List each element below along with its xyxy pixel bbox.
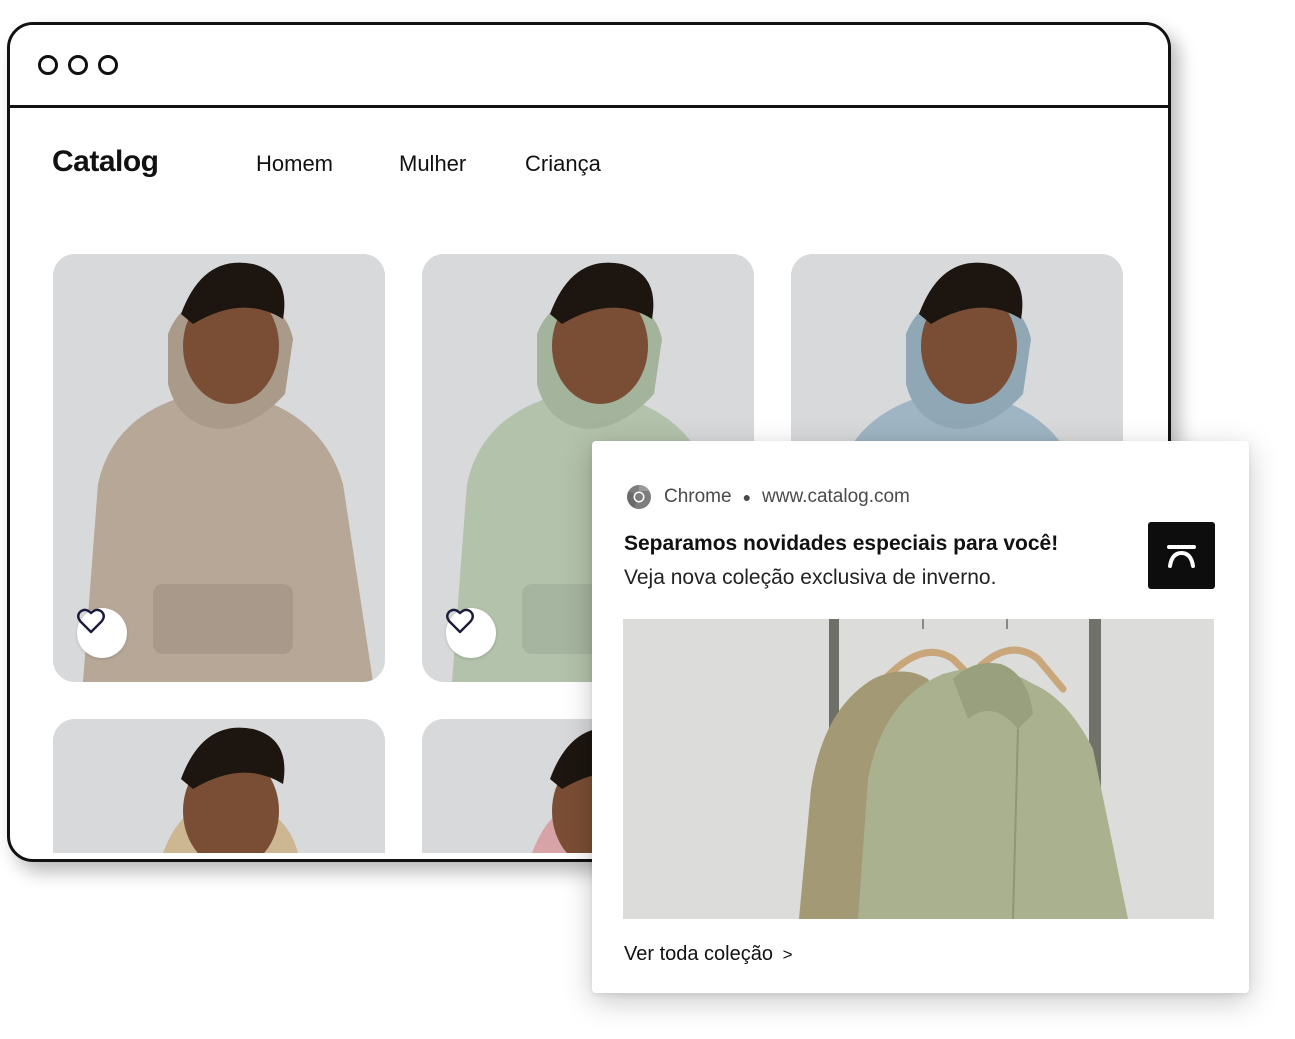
favorite-button[interactable] — [446, 608, 496, 658]
view-collection-label: Ver toda coleção — [624, 943, 773, 965]
window-close-dot[interactable] — [38, 55, 58, 75]
product-image — [53, 719, 385, 853]
notification-body: Veja nova coleção exclusiva de inverno. — [624, 566, 997, 589]
view-collection-link[interactable]: Ver toda coleção > — [624, 943, 793, 966]
chevron-right-icon: > — [782, 945, 793, 964]
favorite-button[interactable] — [77, 608, 127, 658]
notification-header: Chrome ● www.catalog.com — [626, 484, 910, 510]
notification-source-url: www.catalog.com — [762, 486, 910, 507]
window-maximize-dot[interactable] — [98, 55, 118, 75]
push-notification[interactable]: Chrome ● www.catalog.com Separamos novid… — [592, 441, 1249, 993]
notification-title: Separamos novidades especiais para você! — [624, 532, 1059, 555]
browser-titlebar — [10, 25, 1168, 108]
product-card[interactable] — [53, 254, 385, 682]
window-minimize-dot[interactable] — [68, 55, 88, 75]
chrome-icon — [627, 485, 651, 509]
notification-image — [623, 619, 1214, 919]
nav-crianca[interactable]: Criança — [525, 151, 601, 177]
notification-source-app: Chrome — [664, 486, 732, 507]
catalog-logo-icon — [1167, 545, 1196, 568]
site-logo[interactable]: Catalog — [52, 145, 159, 179]
heart-outline-icon — [77, 608, 105, 634]
separator-dot: ● — [742, 489, 752, 505]
app-icon-badge — [1148, 522, 1215, 589]
product-card[interactable] — [53, 719, 385, 853]
nav-mulher[interactable]: Mulher — [399, 151, 466, 177]
nav-homem[interactable]: Homem — [256, 151, 333, 177]
heart-outline-icon — [446, 608, 474, 634]
